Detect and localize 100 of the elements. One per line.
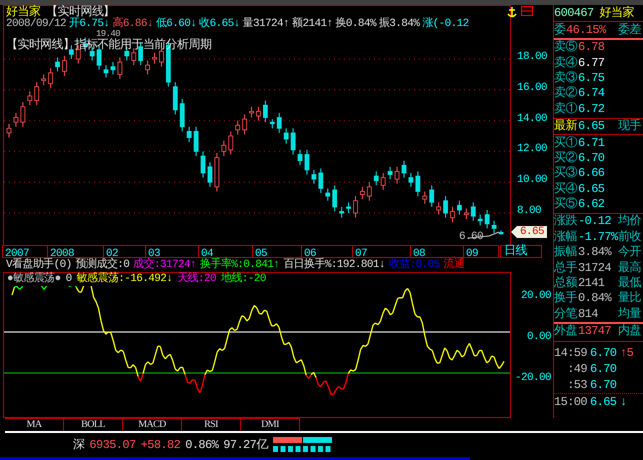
indicator-tab[interactable]: MA [5,418,64,431]
candlestick [339,206,344,218]
candlestick [256,106,261,122]
candlestick [180,98,185,132]
stat-extra: 前收 [618,230,641,245]
stat-value: 31724 [578,260,612,276]
tick-time: :49 [566,361,588,378]
candlestick [270,118,275,129]
candlestick [242,114,248,135]
quote-field: 低6.60↓ [156,16,196,32]
candlestick [492,220,496,234]
stat-label: 涨幅 [554,230,578,245]
candlestick [408,172,414,188]
candlestick [422,190,428,204]
tick-price: 6.70 [590,361,618,378]
tick-price: 6.70 [590,377,618,394]
candlestick [68,44,74,60]
candlestick [298,149,302,166]
candlestick [415,170,420,197]
stat-extra: 均价 [618,214,641,230]
stat-label: 总额 [554,276,578,291]
price-axis-label: 12.00 [517,143,548,156]
tick-volume: ↓ [620,394,627,411]
candlestick [388,166,393,180]
date-axis-label: 08 [413,248,426,260]
candlestick [62,55,67,76]
candlestick [117,56,122,80]
candlestick [186,126,192,143]
candlestick [276,112,282,134]
candlestick [304,149,310,176]
indicator-tab[interactable]: MACD [123,418,182,431]
price-axis-label: 10.00 [517,174,548,186]
stat-extra: 均量 [618,306,641,322]
indicator-tab[interactable]: BOLL [64,418,123,431]
indicator-value: 成交:31724↑ [133,256,196,274]
candlestick [249,106,254,118]
candlestick [104,64,108,78]
ask-value: 6.75 [578,70,606,86]
candlestick [450,206,455,223]
oscillator-axis-label: -20.00 [514,372,551,386]
candlestick [172,82,178,115]
stat-label: 分笔 [554,306,578,322]
date-axis-label: 2008 [50,248,74,260]
ask-value: 6.74 [578,86,606,102]
candlestick [457,200,462,216]
candlestick [284,128,289,144]
tick-time: 14:59 [554,345,588,362]
latest-label: 最新 [554,119,578,134]
stat-value: 2141 [578,276,606,292]
stat-label: 总手 [554,260,578,276]
candlestick [484,209,490,229]
candlestick [360,186,365,200]
tick-volume: ↑5 [620,345,634,362]
stat-label: 涨跌 [554,214,578,230]
stat-extra: 今开 [618,245,641,260]
anchor-icon [507,6,517,18]
candlestick [200,150,206,178]
bid-value: 6.66 [578,166,606,182]
index-change: +58.82 [140,437,180,454]
quote-field: 振3.84% [378,16,420,32]
latest-value: 6.65 [578,119,606,134]
price-axis-label: 14.00 [517,112,548,125]
bid-label: 买③ [554,166,578,182]
stat-extra: 最低 [618,276,641,291]
index-value: 6935.07 [89,437,136,454]
candlestick [353,196,358,218]
candlestick [6,123,12,138]
candlestick [470,202,476,222]
outer-extra: 内盘 [618,324,641,340]
candlestick [290,128,296,155]
bid-value: 6.70 [578,150,606,166]
indicator-tab[interactable]: RSI [182,418,241,431]
candlestick [443,196,448,218]
candlestick [221,140,226,157]
pointer-icon [511,226,517,238]
stat-extra: 量比 [618,291,641,306]
stat-extra: 最高 [618,260,641,276]
indicator-tab[interactable]: DMI [241,418,300,431]
candlestick [318,168,324,194]
stat-value: -0.12 [578,214,612,230]
candlestick [110,62,116,75]
bid-label: 买② [554,150,578,166]
tick-time: 15:00 [554,394,588,411]
candlestick [380,172,386,190]
candlestick [41,74,46,86]
quote-field: 量31724↑ [242,16,290,32]
candlestick [312,169,316,184]
quote-field: 换0.84% [335,16,376,32]
oscillator-axis-label: 20.00 [520,290,551,304]
date-axis-label: 07 [355,248,368,260]
bid-value: 6.62 [578,197,606,212]
ask-label: 卖② [554,86,578,102]
candlestick [394,166,400,184]
candlestick [374,170,379,186]
candlestick [366,182,372,202]
ask-label: 卖③ [554,70,578,86]
tick-price: 6.70 [590,345,618,362]
candlestick [194,126,198,157]
candlestick [262,100,268,123]
date-axis-label: 09 [465,248,478,260]
